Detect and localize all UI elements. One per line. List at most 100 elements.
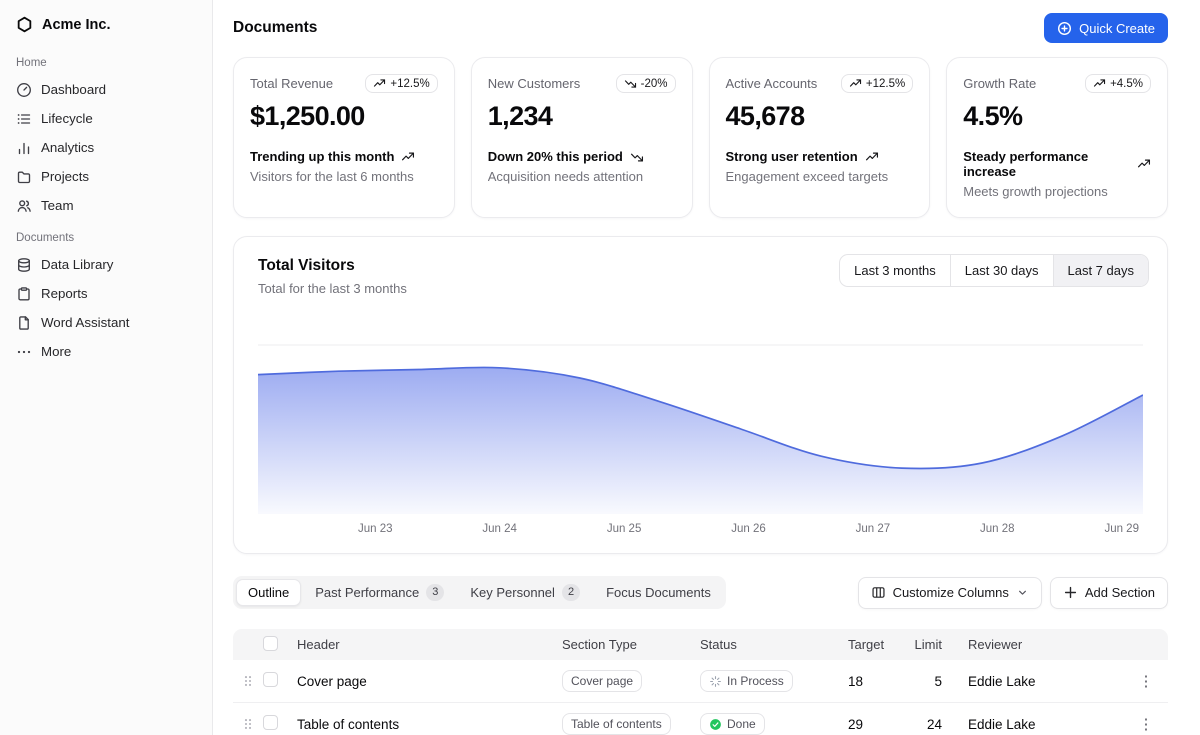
stat-value: 1,234 bbox=[488, 101, 676, 132]
table-body: Cover pageCover pageIn Process185Eddie L… bbox=[233, 660, 1168, 735]
tab-past-performance[interactable]: Past Performance 3 bbox=[303, 579, 456, 606]
add-section-label: Add Section bbox=[1085, 585, 1155, 600]
stat-card-active-accounts: Active Accounts+12.5%45,678Strong user r… bbox=[709, 57, 931, 218]
loader-icon bbox=[709, 675, 722, 688]
x-axis-label: Jun 24 bbox=[482, 523, 517, 535]
row-limit: 5 bbox=[884, 674, 958, 689]
stat-foot-primary: Strong user retention bbox=[726, 149, 914, 164]
stat-title: New Customers bbox=[488, 74, 580, 91]
stat-value: 45,678 bbox=[726, 101, 914, 132]
row-header: Table of contents bbox=[297, 717, 562, 732]
customize-columns-button[interactable]: Customize Columns bbox=[858, 577, 1042, 609]
workspace-name: Acme Inc. bbox=[42, 17, 111, 33]
range-last-3-months[interactable]: Last 3 months bbox=[840, 255, 950, 286]
stat-foot-secondary: Meets growth projections bbox=[963, 184, 1151, 199]
chart-x-axis: Jun 23Jun 24Jun 25Jun 26Jun 27Jun 28Jun … bbox=[258, 514, 1143, 539]
content: Total Revenue +12.5% $1,250.00 Trending up … bbox=[213, 53, 1200, 735]
tab-focus-documents[interactable]: Focus Documents bbox=[594, 579, 723, 606]
sidebar-item-label: Word Assistant bbox=[41, 315, 129, 330]
range-last-7-days[interactable]: Last 7 days bbox=[1053, 255, 1149, 286]
trend-delta: +12.5% bbox=[866, 78, 905, 90]
chart-area: Jun 23Jun 24Jun 25Jun 26Jun 27Jun 28Jun … bbox=[258, 344, 1143, 539]
tabs-list: Outline Past Performance 3 Key Personnel2 Fo… bbox=[233, 576, 726, 609]
sidebar: Acme Inc. HomeDashboardLifecycleAnalytic… bbox=[0, 0, 213, 735]
sidebar-item-label: Lifecycle bbox=[41, 111, 93, 126]
sidebar-item-lifecycle[interactable]: Lifecycle bbox=[8, 104, 204, 133]
tab-label: Key Personnel bbox=[470, 585, 555, 600]
trend-delta: +4.5% bbox=[1110, 78, 1143, 90]
sidebar-item-label: Dashboard bbox=[41, 82, 106, 97]
sidebar-item-reports[interactable]: Reports bbox=[8, 279, 204, 308]
sections-table: Header Section Type Status Target Limit … bbox=[233, 629, 1168, 735]
drag-handle[interactable] bbox=[233, 674, 263, 688]
trend-badge: -20% bbox=[616, 74, 676, 93]
add-section-button[interactable]: Add Section bbox=[1050, 577, 1168, 609]
sidebar-item-data-library[interactable]: Data Library bbox=[8, 250, 204, 279]
stat-foot-primary: Steady performance increase bbox=[963, 149, 1151, 179]
sidebar-item-word-assistant[interactable]: Word Assistant bbox=[8, 308, 204, 337]
trend-down-icon bbox=[630, 150, 644, 164]
tab-label: Outline bbox=[248, 585, 289, 600]
select-all-checkbox[interactable] bbox=[263, 636, 278, 651]
sidebar-item-label: Projects bbox=[41, 169, 89, 184]
column-limit: Limit bbox=[884, 637, 958, 652]
grip-vertical-icon bbox=[241, 717, 255, 731]
tab-label: Past Performance bbox=[315, 585, 419, 600]
column-target: Target bbox=[824, 637, 884, 652]
sidebar-item-team[interactable]: Team bbox=[8, 191, 204, 220]
stat-foot-secondary: Visitors for the last 6 months bbox=[250, 169, 438, 184]
logo-icon bbox=[16, 16, 33, 33]
drag-handle[interactable] bbox=[233, 717, 263, 731]
page-header: Documents Quick Create bbox=[213, 0, 1200, 53]
stats-grid: Total Revenue +12.5% $1,250.00 Trending up … bbox=[233, 57, 1168, 218]
sidebar-item-label: Analytics bbox=[41, 140, 94, 155]
toolbar-actions: Customize Columns Ad bbox=[858, 577, 1168, 609]
sidebar-item-projects[interactable]: Projects bbox=[8, 162, 204, 191]
column-header: Header bbox=[297, 637, 562, 652]
grip-vertical-icon bbox=[241, 674, 255, 688]
sidebar-item-dashboard[interactable]: Dashboard bbox=[8, 75, 204, 104]
sidebar-item-label: Reports bbox=[41, 286, 88, 301]
chevron-down-icon bbox=[1016, 586, 1029, 599]
row-header: Cover page bbox=[297, 674, 562, 689]
app-root: Acme Inc. HomeDashboardLifecycleAnalytic… bbox=[0, 0, 1200, 735]
tab-label: Focus Documents bbox=[606, 585, 711, 600]
range-last-30-days[interactable]: Last 30 days bbox=[950, 255, 1053, 286]
done-icon bbox=[709, 718, 722, 731]
team-icon bbox=[16, 198, 32, 214]
workspace-switcher[interactable]: Acme Inc. bbox=[8, 10, 204, 45]
status-badge: Done bbox=[700, 713, 765, 735]
stat-foot-primary: Down 20% this period bbox=[488, 149, 676, 164]
row-menu-button[interactable]: ⋮ bbox=[1124, 715, 1168, 733]
database-icon bbox=[16, 257, 32, 273]
columns-icon bbox=[871, 585, 886, 600]
sidebar-item-label: More bbox=[41, 344, 71, 359]
stat-value: $1,250.00 bbox=[250, 101, 438, 132]
main-area: Documents Quick Create Total Revenue +12.… bbox=[213, 0, 1200, 735]
table-header-row: Header Section Type Status Target Limit … bbox=[233, 629, 1168, 660]
row-checkbox[interactable] bbox=[263, 715, 278, 730]
column-reviewer: Reviewer bbox=[958, 637, 1124, 652]
row-reviewer: Eddie Lake bbox=[958, 717, 1124, 732]
trend-badge: +4.5% bbox=[1085, 74, 1151, 93]
stat-card-growth-rate: Growth Rate+4.5%4.5%Steady performance i… bbox=[946, 57, 1168, 218]
trend-delta: -20% bbox=[641, 78, 668, 90]
sidebar-item-more[interactable]: More bbox=[8, 337, 204, 366]
quick-create-button[interactable]: Quick Create bbox=[1044, 13, 1168, 43]
more-icon bbox=[16, 344, 32, 360]
sidebar-group-label: Documents bbox=[8, 220, 204, 250]
row-menu-button[interactable]: ⋮ bbox=[1124, 672, 1168, 690]
page-title: Documents bbox=[233, 19, 317, 37]
tab-key-personnel[interactable]: Key Personnel2 bbox=[458, 579, 592, 606]
tab-count-badge: 3 bbox=[426, 584, 444, 601]
row-target: 29 bbox=[824, 717, 884, 732]
tab-outline[interactable]: Outline bbox=[236, 579, 301, 606]
row-checkbox[interactable] bbox=[263, 672, 278, 687]
trend-up-icon bbox=[849, 77, 862, 90]
sidebar-item-analytics[interactable]: Analytics bbox=[8, 133, 204, 162]
dashboard-icon bbox=[16, 82, 32, 98]
stat-foot-primary: Trending up this month bbox=[250, 149, 438, 164]
stat-foot-secondary: Engagement exceed targets bbox=[726, 169, 914, 184]
stat-foot-secondary: Acquisition needs attention bbox=[488, 169, 676, 184]
stat-title: Total Revenue bbox=[250, 74, 333, 91]
